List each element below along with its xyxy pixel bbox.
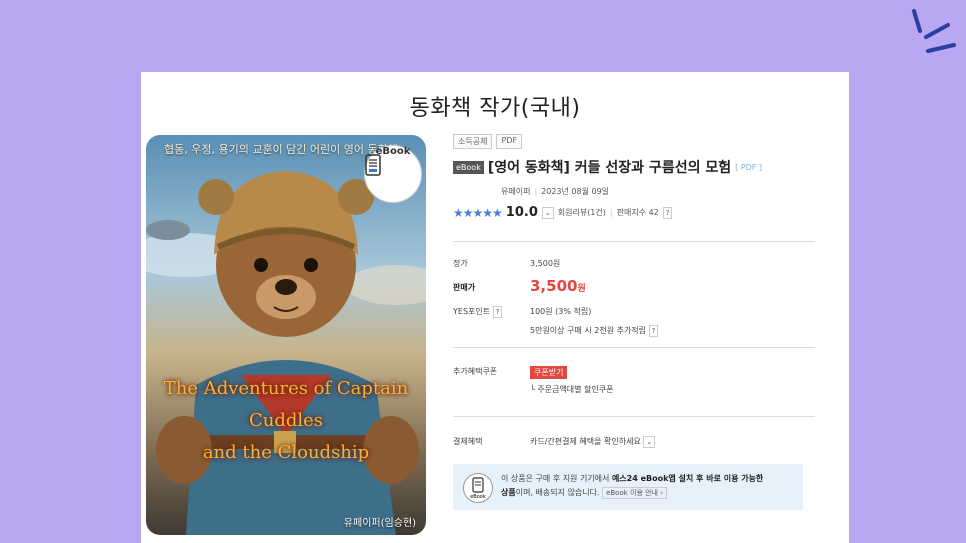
sale-price-label: 판매가 bbox=[453, 283, 476, 292]
sales-index-help-button[interactable]: ? bbox=[662, 206, 673, 219]
rating-score: 10.0 bbox=[505, 205, 538, 220]
cover-author: 유페이퍼(임승현) bbox=[343, 518, 416, 529]
points-extra: 5만원이상 구매 시 2천원 추가적립 ? bbox=[530, 325, 659, 337]
ebook-notice-icon-label: eBook bbox=[470, 494, 486, 500]
cover-title-line1: The Adventures of Captain Cuddles bbox=[163, 378, 409, 431]
format-suffix: [ PDF ] bbox=[735, 162, 763, 172]
payment-dropdown-button[interactable]: ⌄ bbox=[643, 436, 656, 448]
decorative-strokes bbox=[912, 9, 956, 53]
book-title: [영어 동화책] 커들 선장과 구름선의 모험 bbox=[487, 160, 732, 176]
title-row: eBook [영어 동화책] 커들 선장과 구름선의 모험 [ PDF ] bbox=[453, 157, 815, 177]
points-extra-help-button[interactable]: ? bbox=[648, 325, 659, 337]
product-card: 동화책 작가(국내) 협동, 우정, 용기의 교훈이 담긴 어린이 영어 동화책… bbox=[141, 72, 849, 543]
divider bbox=[453, 241, 815, 242]
ebook-device-icon bbox=[365, 154, 381, 176]
points-value: 100원 (3% 적립) bbox=[530, 307, 592, 316]
divider bbox=[453, 347, 815, 348]
page-title: 동화책 작가(국내) bbox=[409, 96, 581, 121]
coupon-desc: └ 주문금액대별 할인쿠폰 bbox=[530, 385, 614, 394]
ebook-notice-icon: eBook bbox=[463, 473, 493, 503]
tag-tax-deduction: 소득공제 bbox=[453, 134, 493, 149]
sale-price-value: 3,500원 bbox=[530, 277, 586, 295]
sales-index: 판매지수 42 bbox=[616, 208, 659, 217]
ebook-notice-text: 이 상품은 구매 후 지원 기기에서 예스24 eBook앱 설치 후 바로 이… bbox=[501, 474, 764, 499]
publisher-link[interactable]: 유페이퍼 bbox=[501, 187, 530, 196]
tag-list: 소득공제 PDF bbox=[453, 134, 815, 149]
cover-title-line2: and the Cloudship bbox=[202, 442, 370, 463]
coupon-label: 추가혜택쿠폰 bbox=[453, 367, 498, 376]
ebook-badge: eBook bbox=[364, 145, 422, 203]
rating-row: ★★★★★ 10.0 ⌄ 회원리뷰(1건) | 판매지수 42 ? bbox=[453, 205, 815, 220]
divider bbox=[453, 416, 815, 417]
format-tag: eBook bbox=[453, 160, 484, 174]
payment-label: 결제혜택 bbox=[453, 437, 483, 446]
points-help-button[interactable]: ? bbox=[492, 306, 503, 318]
tag-pdf: PDF bbox=[496, 134, 523, 149]
rating-dropdown-button[interactable]: ⌄ bbox=[541, 206, 554, 219]
cover-title: The Adventures of Captain Cuddles and th… bbox=[146, 373, 426, 469]
payment-value: 카드/간편결제 혜택을 확인하세요 ⌄ bbox=[530, 436, 656, 448]
ebook-guide-button[interactable]: eBook 이용 안내 › bbox=[602, 487, 668, 499]
list-price-label: 정가 bbox=[453, 259, 468, 268]
publisher-row: 유페이퍼 | 2023년 08월 09일 bbox=[501, 187, 610, 196]
points-label: YES포인트 ? bbox=[453, 306, 523, 318]
review-count-link[interactable]: 회원리뷰(1건) bbox=[558, 207, 606, 218]
list-price-value: 3,500원 bbox=[530, 259, 561, 268]
ebook-notice: eBook 이 상품은 구매 후 지원 기기에서 예스24 eBook앱 설치 … bbox=[453, 464, 803, 510]
coupon-button[interactable]: 쿠폰받기 bbox=[530, 366, 568, 379]
product-info: 소득공제 PDF eBook [영어 동화책] 커들 선장과 구름선의 모험 [… bbox=[453, 134, 815, 510]
publish-date: 2023년 08월 09일 bbox=[541, 187, 610, 196]
rating-stars: ★★★★★ bbox=[453, 205, 503, 220]
book-cover[interactable]: 협동, 우정, 용기의 교훈이 담긴 어린이 영어 동화책 The Advent… bbox=[146, 135, 426, 535]
